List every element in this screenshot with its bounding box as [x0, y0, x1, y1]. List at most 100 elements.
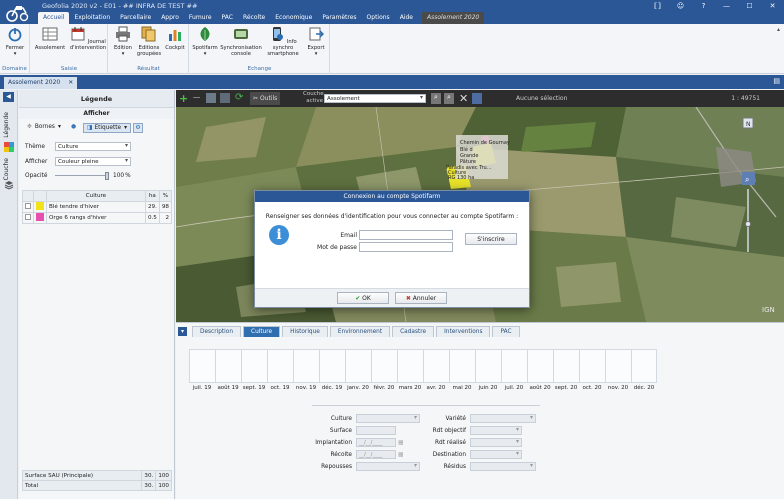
- sinscrire-button[interactable]: S'inscrire: [465, 233, 517, 245]
- timeline-cell[interactable]: [605, 349, 631, 383]
- window-control-button[interactable]: ⟦⟧: [646, 0, 669, 13]
- menu-tab-parametres[interactable]: Paramètres: [317, 12, 361, 24]
- menu-tab-aide[interactable]: Aide: [395, 12, 418, 24]
- email-field[interactable]: [359, 230, 453, 240]
- timeline-cell[interactable]: [579, 349, 605, 383]
- window-control-button[interactable]: ✕: [761, 0, 784, 13]
- form-field[interactable]: [470, 426, 522, 435]
- timeline-cell[interactable]: [371, 349, 397, 383]
- timeline-cell[interactable]: [527, 349, 553, 383]
- menu-tab-economique[interactable]: Economique: [270, 12, 317, 24]
- legend-palette-icon[interactable]: [4, 142, 14, 152]
- timeline-cell[interactable]: [397, 349, 423, 383]
- timeline-cell[interactable]: [423, 349, 449, 383]
- info-synchro-smartphone-button[interactable]: Info synchro smartphone: [264, 26, 302, 57]
- zoom-slider-thumb[interactable]: [745, 221, 751, 227]
- form-field[interactable]: [356, 462, 420, 471]
- menu-tab-options[interactable]: Options: [362, 12, 395, 24]
- clear-selection-icon[interactable]: ✕: [459, 92, 468, 105]
- timeline-cell[interactable]: [501, 349, 527, 383]
- journal-intervention-button[interactable]: Journal d'intervention: [69, 26, 107, 51]
- tab-list-icon[interactable]: ▤: [773, 77, 780, 85]
- add-icon[interactable]: +: [179, 92, 188, 105]
- timeline-cell[interactable]: [631, 349, 657, 383]
- remove-icon[interactable]: −: [192, 91, 201, 104]
- menu-tab-appro[interactable]: Appro: [156, 12, 184, 24]
- window-control-button[interactable]: ☐: [738, 0, 761, 13]
- collapse-down-icon[interactable]: ▾: [178, 327, 187, 336]
- afficher-select[interactable]: Couleur pleine: [55, 157, 131, 166]
- calendar-icon[interactable]: ▦: [398, 452, 403, 458]
- form-field[interactable]: [356, 426, 396, 435]
- side-tab-legende[interactable]: Légende: [3, 112, 10, 138]
- menu-tab-parcellaire[interactable]: Parcellaire: [115, 12, 156, 24]
- export-button[interactable]: Export ▾: [304, 26, 328, 57]
- table-row[interactable]: Orge 6 rangs d'hiver 0.5 2: [22, 212, 173, 224]
- tab-environnement[interactable]: Environnement: [329, 326, 391, 337]
- assolement-button[interactable]: Assolement: [33, 26, 67, 51]
- cockpit-button[interactable]: Cockpit: [164, 26, 186, 51]
- bornes-toggle[interactable]: ✥ Bornes ▾: [27, 124, 61, 130]
- timeline-cell[interactable]: [293, 349, 319, 383]
- globe-toggle[interactable]: ●: [71, 124, 76, 130]
- layers-icon[interactable]: [4, 180, 14, 190]
- tab-cadastre[interactable]: Cadastre: [392, 326, 435, 337]
- timeline-cell[interactable]: [475, 349, 501, 383]
- password-field[interactable]: [359, 242, 453, 252]
- form-field[interactable]: [470, 462, 536, 471]
- editions-groupees-button[interactable]: Editions groupées: [136, 26, 162, 57]
- form-field[interactable]: [470, 414, 536, 423]
- window-control-button[interactable]: ?: [692, 0, 715, 13]
- zoom-in-icon[interactable]: ⌕: [431, 93, 441, 104]
- outils-button[interactable]: ✂ Outils: [250, 92, 281, 105]
- timeline-cell[interactable]: [215, 349, 241, 383]
- timeline-cell[interactable]: [241, 349, 267, 383]
- tab-historique[interactable]: Historique: [282, 326, 328, 337]
- window-control-button[interactable]: ☺: [669, 0, 692, 13]
- form-field[interactable]: [470, 450, 522, 459]
- opacity-slider-thumb[interactable]: [105, 172, 109, 180]
- doc-tab-assolement[interactable]: Assolement 2020 ✕: [4, 77, 78, 89]
- timeline-cell[interactable]: [449, 349, 475, 383]
- form-field[interactable]: [356, 414, 420, 423]
- close-icon[interactable]: ✕: [68, 77, 73, 89]
- fermer-button[interactable]: Fermer ▾: [3, 26, 27, 57]
- couche-active-select[interactable]: Assolement: [324, 94, 426, 103]
- menu-tab-fumure[interactable]: Fumure: [184, 12, 217, 24]
- settings-button[interactable]: ⚙: [133, 123, 143, 133]
- synchronisation-console-button[interactable]: Synchronisation console: [220, 26, 262, 57]
- save-icon[interactable]: [206, 93, 216, 103]
- form-field[interactable]: [470, 438, 522, 447]
- zoom-out-icon[interactable]: ⌕: [444, 93, 454, 104]
- window-control-button[interactable]: —: [715, 0, 738, 13]
- timeline-cell[interactable]: [267, 349, 293, 383]
- tab-interventions[interactable]: Interventions: [436, 326, 491, 337]
- etiquette-toggle[interactable]: ◨ Etiquette ▾: [83, 123, 131, 133]
- timeline-cell[interactable]: [189, 349, 215, 383]
- menu-tab-recolte[interactable]: Récolte: [238, 12, 270, 24]
- ribbon-collapse-icon[interactable]: ▴: [777, 26, 780, 33]
- row-checkbox[interactable]: [22, 201, 34, 213]
- timeline-cell[interactable]: [345, 349, 371, 383]
- side-tab-couche[interactable]: Couche: [3, 158, 10, 180]
- edition-button[interactable]: Edition ▾: [112, 26, 134, 57]
- undo-icon[interactable]: [220, 93, 230, 103]
- map-view-icon[interactable]: [472, 93, 482, 104]
- annuler-button[interactable]: ✖ Annuler: [395, 292, 447, 304]
- refresh-icon[interactable]: ⟳: [235, 92, 243, 103]
- menu-tab-context[interactable]: Assolement 2020: [421, 12, 485, 24]
- tab-pac[interactable]: PAC: [492, 326, 520, 337]
- timeline-cell[interactable]: [319, 349, 345, 383]
- menu-tab-exploitation[interactable]: Exploitation: [69, 12, 115, 24]
- form-field[interactable]: __/__/____: [356, 450, 396, 459]
- spotifarm-button[interactable]: Spotifarm ▾: [192, 26, 218, 57]
- form-field[interactable]: __/__/____: [356, 438, 396, 447]
- opacity-slider[interactable]: [55, 172, 109, 180]
- collapse-arrow-icon[interactable]: ◀: [3, 92, 14, 102]
- theme-select[interactable]: Culture: [55, 142, 131, 151]
- row-checkbox[interactable]: [22, 212, 34, 224]
- timeline-cell[interactable]: [553, 349, 579, 383]
- tab-description[interactable]: Description: [192, 326, 242, 337]
- menu-tab-accueil[interactable]: Accueil: [38, 12, 70, 24]
- menu-tab-pac[interactable]: PAC: [217, 12, 238, 24]
